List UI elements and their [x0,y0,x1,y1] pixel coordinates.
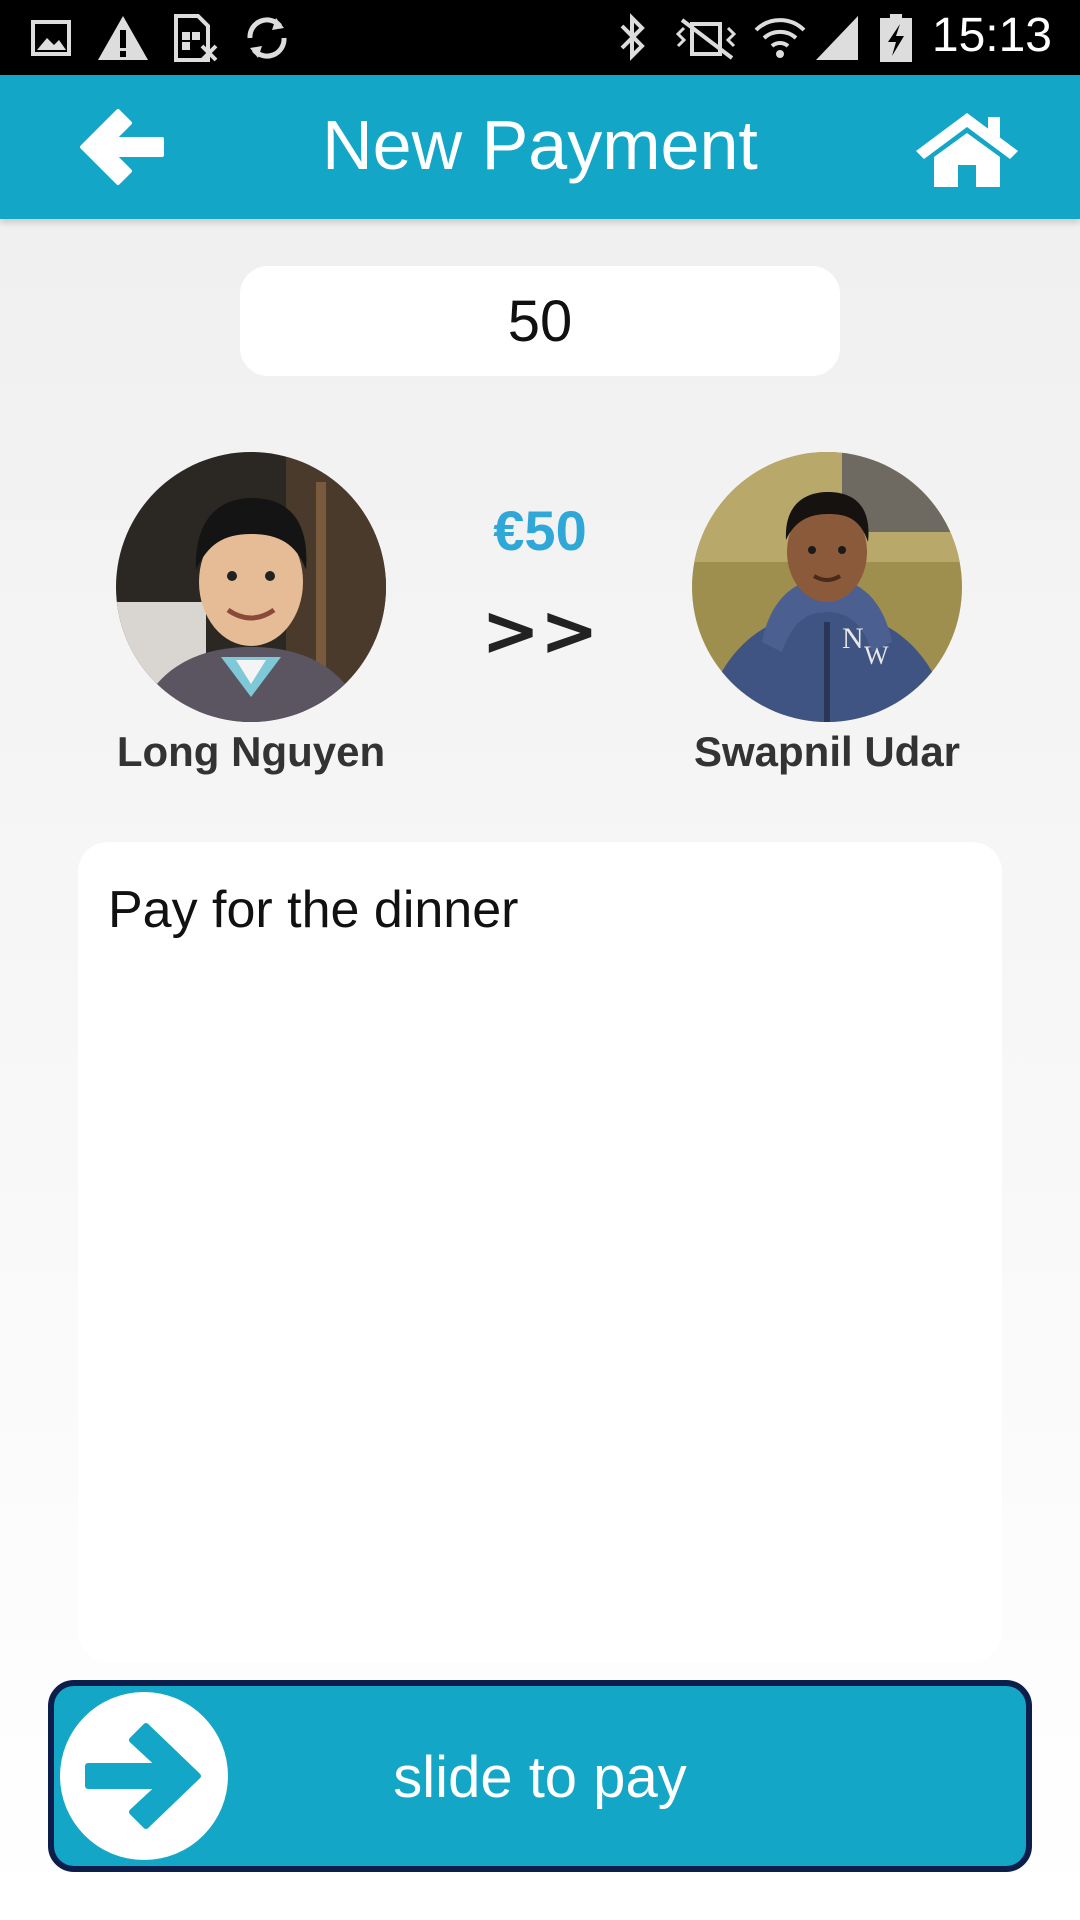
amount-input[interactable] [240,266,840,376]
transfer-arrow: >> [481,590,599,672]
wifi-icon [754,18,806,58]
bluetooth-icon [620,13,645,61]
svg-text:W: W [864,641,889,670]
payee-avatar: N W [692,452,962,722]
slider-label: slide to pay [393,1745,687,1810]
battery-charging-icon [880,14,912,62]
home-icon[interactable] [912,111,1022,187]
payment-note-field[interactable]: Pay for the dinner [78,842,1002,1662]
transfer-amount: €50 [493,499,587,562]
payer-name: Long Nguyen [116,728,386,775]
status-bar: 15:13 [0,0,1080,75]
slide-to-pay-slider[interactable]: slide to pay [48,1680,1032,1872]
vibrate-icon [675,18,737,60]
sim-off-icon [174,14,218,62]
payer-avatar [116,452,386,722]
app-header: New Payment [0,75,1080,219]
sync-icon [247,17,287,59]
signal-icon [816,16,858,60]
warning-icon [98,16,148,60]
page-title: New Payment [322,106,758,184]
status-time: 15:13 [931,9,1052,62]
back-arrow-icon[interactable] [76,107,166,187]
svg-text:N: N [842,622,864,655]
image-icon [31,20,71,56]
payee-name: Swapnil Udar [693,728,961,775]
